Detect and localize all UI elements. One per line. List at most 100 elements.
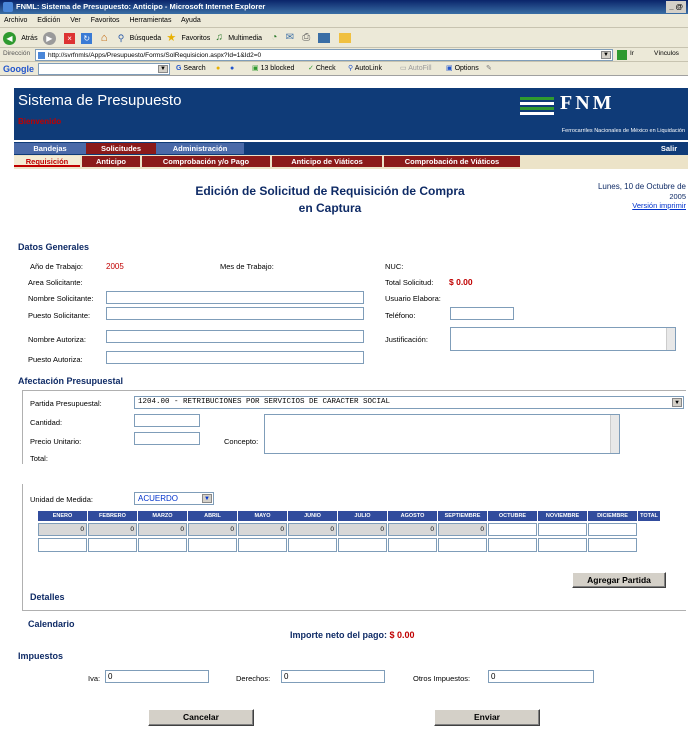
month-header-5: JUNIO [288, 511, 337, 521]
history-icon[interactable]: ◔ [271, 28, 277, 48]
puesto-autoriza-input[interactable] [106, 351, 364, 364]
scrollbar[interactable] [666, 328, 675, 350]
subtab-anticipo[interactable]: Anticipo [82, 156, 140, 167]
back-button[interactable]: Atrás [18, 29, 40, 49]
tab-bandejas[interactable]: Bandejas [14, 143, 86, 154]
month-input-3[interactable] [188, 538, 237, 552]
google-search-button[interactable]: G Search [176, 62, 206, 76]
google-autolink-button[interactable]: ⚲ AutoLink [348, 62, 382, 76]
month-input-2[interactable] [138, 538, 187, 552]
menu-archivo[interactable]: Archivo [4, 17, 27, 24]
iva-input[interactable]: 0 [105, 670, 209, 683]
total-solicitud-label: Total Solicitud: [385, 278, 434, 287]
home-icon[interactable]: ⌂ [99, 32, 110, 44]
impuestos-heading: Impuestos [18, 651, 64, 661]
pencil-icon[interactable]: ✎ [486, 62, 492, 76]
refresh-icon[interactable]: ↻ [81, 32, 93, 44]
options-icon: ▣ [446, 65, 453, 72]
cancel-button[interactable]: Cancelar [148, 709, 254, 726]
cantidad-input[interactable] [134, 414, 200, 427]
google-news-icon[interactable]: ● [216, 62, 220, 76]
favorites-button[interactable]: Favoritos [178, 29, 213, 49]
subtab-anticipo-viaticos[interactable]: Anticipo de Viáticos [272, 156, 382, 167]
google-blocked-label: 13 blocked [260, 65, 295, 72]
stop-icon[interactable]: × [64, 32, 76, 44]
google-blocked-button[interactable]: ▣ 13 blocked [252, 62, 294, 76]
otros-impuestos-value: 0 [491, 672, 496, 681]
month-input-11[interactable] [588, 538, 637, 552]
go-icon[interactable] [617, 50, 627, 60]
puesto-solicitante-input[interactable] [106, 307, 364, 320]
partida-select[interactable]: 1204.00 - RETRIBUCIONES POR SERVICIOS DE… [134, 396, 684, 409]
nombre-solicitante-input[interactable] [106, 291, 364, 304]
unidad-select[interactable]: ACUERDO ▼ [134, 492, 214, 505]
menu-favoritos[interactable]: Favoritos [91, 17, 120, 24]
scrollbar[interactable] [610, 415, 619, 453]
otros-impuestos-input[interactable]: 0 [488, 670, 594, 683]
forward-icon[interactable]: ▶ [42, 31, 56, 45]
print-version-link[interactable]: Versión imprimir [632, 201, 686, 210]
chevron-down-icon[interactable]: ▼ [672, 398, 682, 407]
ie-icon [3, 2, 13, 12]
google-info-icon[interactable]: ● [230, 62, 234, 76]
justificacion-textarea[interactable] [450, 327, 676, 351]
menu-ver[interactable]: Ver [70, 17, 81, 24]
g-icon: G [176, 65, 182, 72]
address-input[interactable]: http://svrfnmls/Apps/Presupuesto/Forms/S… [35, 49, 613, 61]
subtab-comprobacion[interactable]: Comprobación y/o Pago [142, 156, 270, 167]
agregar-partida-button[interactable]: Agregar Partida [572, 572, 666, 588]
menu-edicion[interactable]: Edición [37, 17, 60, 24]
month-input-6[interactable] [338, 538, 387, 552]
month-value-5: 0 [288, 523, 337, 536]
multimedia-icon[interactable]: ♫ [215, 28, 223, 48]
total-label: Total: [30, 454, 48, 463]
month-input-5[interactable] [288, 538, 337, 552]
subtab-requisicion[interactable]: Requisición [14, 156, 80, 167]
google-options-button[interactable]: ▣ Options [446, 62, 479, 76]
go-button[interactable]: Ir [630, 50, 634, 57]
concepto-textarea[interactable] [264, 414, 620, 454]
usuario-elabora-label: Usuario Elabora: [385, 294, 441, 303]
search-button[interactable]: Búsqueda [127, 29, 165, 49]
derechos-input[interactable]: 0 [281, 670, 385, 683]
links-label[interactable]: Vínculos [654, 50, 679, 57]
google-autofill-button[interactable]: ▭ AutoFill [400, 62, 432, 76]
google-logo[interactable]: Google [3, 62, 34, 76]
mail-icon[interactable]: ✉ [286, 28, 294, 48]
month-value-8: 0 [438, 523, 487, 536]
tab-administracion[interactable]: Administración [156, 143, 244, 154]
justificacion-label: Justificación: [385, 335, 428, 344]
month-input-1[interactable] [88, 538, 137, 552]
multimedia-button[interactable]: Multimedia [225, 29, 265, 49]
search-icon[interactable]: ⚲ [118, 28, 125, 48]
month-input-8[interactable] [438, 538, 487, 552]
window-controls[interactable]: _ @ [666, 1, 686, 13]
print-icon[interactable]: ⎙ [302, 28, 310, 48]
chevron-down-icon[interactable]: ▼ [202, 494, 212, 503]
precio-input[interactable] [134, 432, 200, 445]
tab-solicitudes[interactable]: Solicitudes [86, 143, 156, 154]
telefono-input[interactable] [450, 307, 514, 320]
menu-ayuda[interactable]: Ayuda [181, 17, 201, 24]
back-icon[interactable]: ◀ [3, 31, 16, 45]
telefono-label: Teléfono: [385, 311, 416, 320]
fnm-logo: FNM [520, 92, 684, 122]
nombre-autoriza-input[interactable] [106, 330, 364, 343]
chevron-down-icon[interactable]: ▼ [158, 65, 168, 73]
send-button[interactable]: Enviar [434, 709, 540, 726]
favorites-icon[interactable]: ★ [166, 28, 176, 48]
month-input-7[interactable] [388, 538, 437, 552]
month-input-4[interactable] [238, 538, 287, 552]
google-search-input[interactable]: ▼ [38, 63, 170, 75]
menu-herramientas[interactable]: Herramientas [129, 17, 171, 24]
exit-link[interactable]: Salir [654, 143, 684, 154]
month-input-0[interactable] [38, 538, 87, 552]
edit-icon[interactable] [318, 33, 331, 43]
google-check-button[interactable]: ✓ Check [308, 62, 336, 76]
month-input-10[interactable] [538, 538, 587, 552]
chevron-down-icon[interactable]: ▼ [601, 51, 611, 59]
folder-icon[interactable] [338, 33, 351, 43]
google-check-label: Check [315, 65, 336, 72]
subtab-comprobacion-viaticos[interactable]: Comprobación de Viáticos [384, 156, 520, 167]
month-input-9[interactable] [488, 538, 537, 552]
